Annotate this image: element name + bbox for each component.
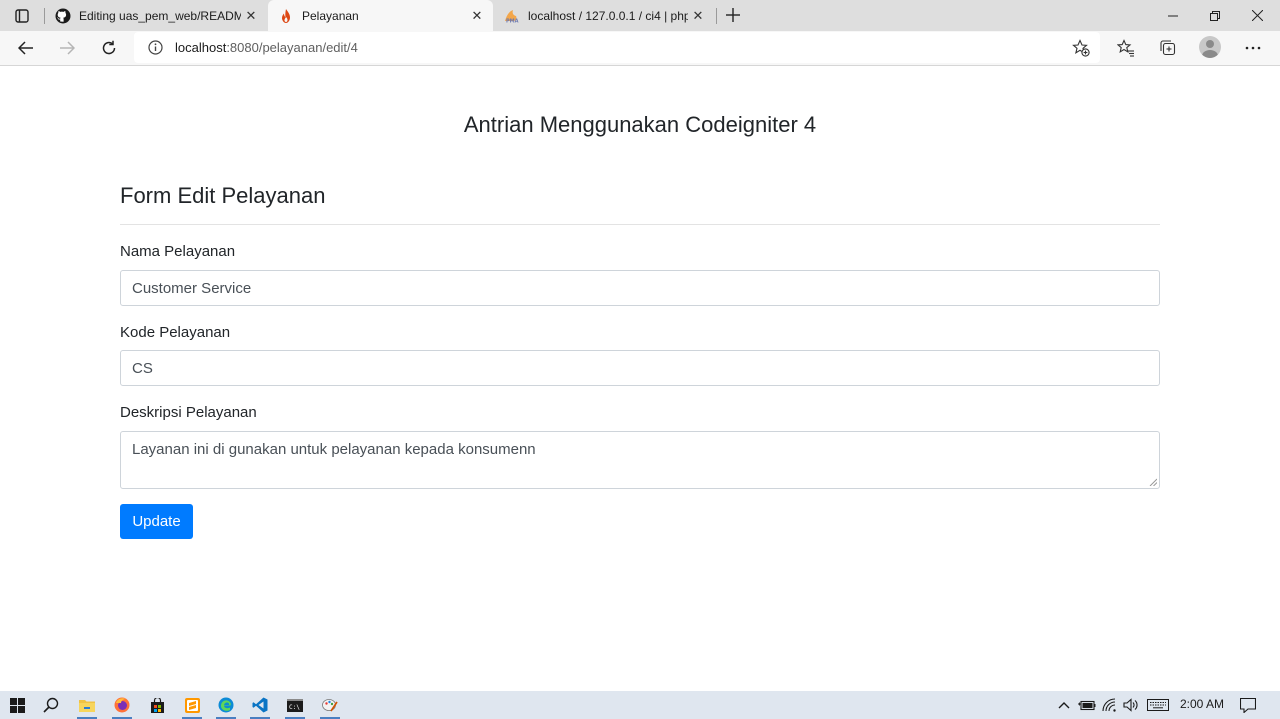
settings-menu-button[interactable] — [1238, 33, 1268, 63]
close-window-button[interactable] — [1234, 0, 1280, 31]
kode-pelayanan-value: CS — [132, 359, 153, 377]
close-icon — [1251, 10, 1263, 21]
refresh-button[interactable] — [94, 33, 124, 63]
codeigniter-icon — [278, 8, 294, 24]
taskbar-sublime[interactable] — [180, 694, 204, 719]
forward-button[interactable] — [52, 33, 82, 63]
tab-title: Pelayanan — [302, 8, 359, 23]
taskbar-terminal[interactable]: C:\ — [283, 694, 307, 719]
url-host: localhost — [175, 40, 227, 55]
kode-pelayanan-input[interactable]: CS — [120, 350, 1160, 386]
url-text: localhost:8080/pelayanan/edit/4 — [175, 40, 358, 55]
collections-icon — [1160, 40, 1176, 56]
tab-pelayanan[interactable]: Pelayanan ✕ — [268, 0, 493, 31]
arrow-right-icon — [60, 41, 75, 55]
update-button[interactable]: Update — [120, 504, 193, 539]
page-heading: Antrian Menggunakan Codeigniter 4 — [463, 112, 817, 137]
url-path: :8080/pelayanan/edit/4 — [226, 40, 358, 55]
form-divider — [120, 224, 1160, 225]
add-favorite-button[interactable] — [1070, 37, 1092, 59]
nama-pelayanan-value: Customer Service — [132, 279, 252, 297]
terminal-icon: C:\ — [287, 698, 303, 712]
profile-avatar[interactable] — [1199, 36, 1221, 58]
browser-toolbar: localhost:8080/pelayanan/edit/4 — [0, 31, 1280, 66]
deskripsi-pelayanan-textarea[interactable]: Layanan ini di gunakan untuk pelayanan k… — [120, 431, 1160, 489]
tab-actions-icon — [15, 9, 29, 23]
nama-pelayanan-input[interactable]: Customer Service — [120, 270, 1160, 306]
kode-pelayanan-label: Kode Pelayanan — [120, 324, 231, 341]
taskbar: C:\ 2:00 AM — [0, 691, 1280, 719]
notifications-button[interactable] — [1239, 696, 1257, 714]
keyboard-icon — [1147, 699, 1169, 711]
start-button[interactable] — [5, 694, 29, 716]
svg-text:C:\: C:\ — [289, 704, 300, 711]
file-explorer-icon — [79, 700, 95, 712]
close-icon[interactable]: ✕ — [467, 6, 487, 26]
tab-title: localhost / 127.0.0.1 / ci4 | phpMyAdmin — [528, 8, 688, 23]
nama-pelayanan-label: Nama Pelayanan — [120, 243, 236, 260]
speaker-icon — [1123, 698, 1138, 712]
taskbar-edge[interactable] — [214, 694, 238, 719]
taskbar-vscode[interactable] — [248, 694, 272, 719]
minimize-icon — [1168, 15, 1178, 16]
close-icon[interactable]: ✕ — [688, 6, 708, 26]
back-button[interactable] — [11, 33, 41, 63]
wifi-icon — [1102, 698, 1116, 712]
deskripsi-pelayanan-value: Layanan ini di gunakan untuk pelayanan k… — [132, 441, 536, 458]
search-button[interactable] — [39, 694, 63, 716]
volume-button[interactable] — [1122, 696, 1140, 714]
close-icon[interactable]: ✕ — [241, 6, 261, 26]
battery-button[interactable] — [1078, 696, 1096, 714]
minimize-button[interactable] — [1150, 0, 1196, 31]
github-icon — [55, 8, 71, 24]
new-tab-button[interactable] — [722, 4, 744, 26]
paint-icon — [322, 699, 338, 712]
network-button[interactable] — [1101, 696, 1119, 714]
tab-title: Editing uas_pem_web/README.md — [79, 8, 241, 23]
store-icon — [150, 697, 164, 713]
restore-button[interactable] — [1192, 0, 1238, 31]
tab-actions-button[interactable] — [8, 6, 36, 26]
phpmyadmin-icon: PMA — [504, 8, 520, 24]
deskripsi-pelayanan-label: Deskripsi Pelayanan — [120, 404, 257, 421]
info-icon[interactable] — [147, 40, 163, 56]
collections-button[interactable] — [1153, 33, 1183, 63]
search-icon — [43, 697, 59, 713]
notification-icon — [1240, 697, 1256, 713]
firefox-icon — [114, 697, 130, 713]
plus-icon — [726, 8, 740, 22]
system-clock[interactable]: 2:00 AM — [1180, 697, 1224, 711]
chevron-up-icon — [1058, 702, 1070, 709]
star-add-icon — [1072, 39, 1090, 57]
arrow-left-icon — [18, 41, 33, 55]
favorites-icon — [1117, 39, 1134, 57]
resize-grip-icon[interactable] — [1149, 478, 1157, 486]
taskbar-firefox[interactable] — [110, 694, 134, 719]
taskbar-file-explorer[interactable] — [75, 694, 99, 719]
refresh-icon — [102, 40, 116, 55]
more-icon — [1245, 46, 1261, 50]
tray-overflow-button[interactable] — [1055, 696, 1073, 714]
taskbar-paint[interactable] — [318, 694, 342, 719]
tab-separator — [716, 8, 717, 24]
form-title: Form Edit Pelayanan — [120, 183, 326, 208]
battery-icon — [1078, 700, 1096, 710]
edge-icon — [218, 697, 234, 713]
svg-text:PMA: PMA — [506, 18, 519, 23]
address-bar[interactable]: localhost:8080/pelayanan/edit/4 — [134, 32, 1100, 63]
sublime-icon — [184, 697, 200, 713]
start-icon — [9, 697, 25, 713]
tab-strip: Editing uas_pem_web/README.md ✕ Pelayana… — [0, 0, 1280, 31]
vscode-icon — [252, 697, 268, 713]
tab-github[interactable]: Editing uas_pem_web/README.md ✕ — [45, 0, 267, 31]
restore-icon — [1210, 10, 1220, 21]
taskbar-store[interactable] — [145, 694, 169, 716]
favorites-button[interactable] — [1111, 33, 1141, 63]
tab-phpmyadmin[interactable]: PMA localhost / 127.0.0.1 / ci4 | phpMyA… — [494, 0, 714, 31]
touch-keyboard-button[interactable] — [1147, 696, 1169, 714]
